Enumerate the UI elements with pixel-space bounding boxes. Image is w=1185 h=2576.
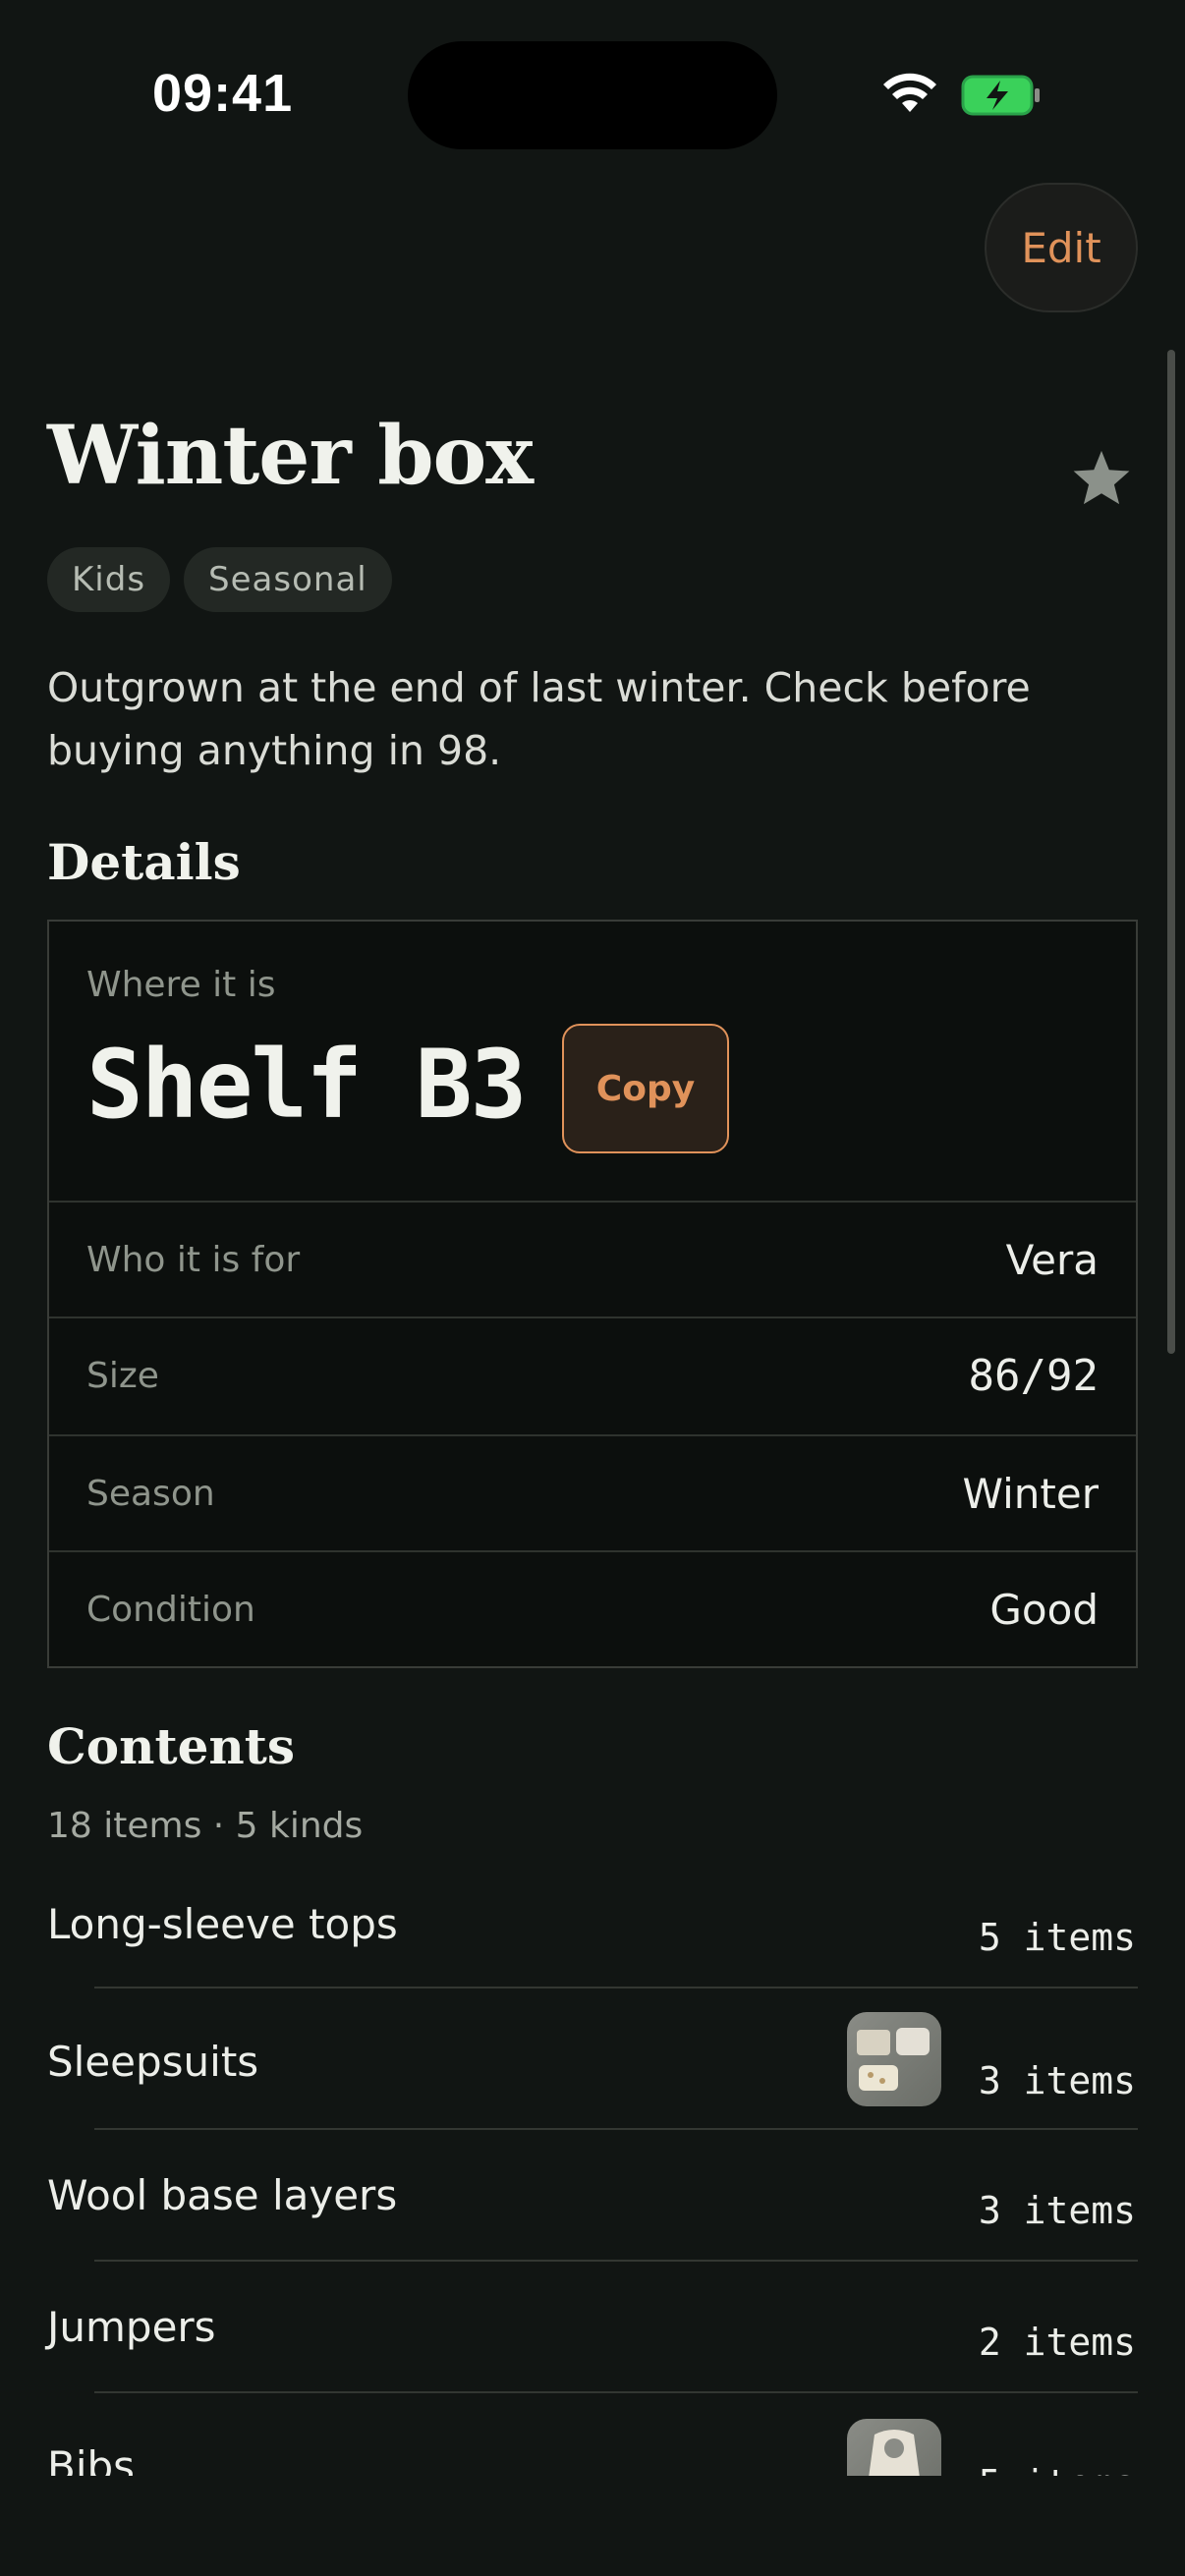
scroll-indicator[interactable] (1167, 350, 1175, 1354)
description: Outgrown at the end of last winter. Chec… (47, 664, 1031, 774)
list-item[interactable]: Sleepsuits 3 items (0, 1988, 1185, 2130)
detail-row-condition: Condition Good (49, 1550, 1136, 1666)
location-label: Where it is (86, 965, 276, 1005)
item-name: Jumpers (47, 2303, 216, 2351)
detail-value: 86/92 (968, 1350, 1099, 1401)
details-card: Where it is Shelf B3 Copy Who it is for … (47, 920, 1138, 1668)
item-count: 2 items (978, 2321, 1136, 2364)
bottom-safe-area (0, 2476, 1185, 2576)
item-name: Sleepsuits (47, 2038, 259, 2086)
tag-list: Kids Seasonal (47, 547, 392, 612)
detail-label: Who it is for (86, 1239, 301, 1280)
tag-seasonal[interactable]: Seasonal (184, 547, 392, 612)
detail-label: Season (86, 1473, 215, 1514)
detail-row-size: Size 86/92 (49, 1316, 1136, 1432)
tag-kids[interactable]: Kids (47, 547, 171, 612)
detail-value: Winter (962, 1469, 1099, 1518)
contents-heading: Contents (47, 1717, 296, 1775)
list-item[interactable]: Jumpers 2 items (0, 2262, 1185, 2393)
list-item[interactable]: Long-sleeve tops 5 items (0, 1867, 1185, 1988)
wifi-icon (883, 73, 936, 112)
item-count: 3 items (978, 2059, 1136, 2102)
item-count: 3 items (978, 2189, 1136, 2232)
screen: 09:41 Edit Winter box Kids Seasonal Outg… (0, 0, 1185, 2576)
detail-label: Condition (86, 1589, 255, 1630)
list-item[interactable]: Wool base layers 3 items (0, 2130, 1185, 2262)
dynamic-island (408, 41, 777, 149)
edit-button[interactable]: Edit (985, 183, 1138, 312)
detail-label: Size (86, 1355, 159, 1396)
battery-charging-icon (961, 75, 1040, 116)
contents-summary: 18 items · 5 kinds (47, 1806, 364, 1846)
status-time: 09:41 (152, 64, 294, 123)
item-name: Long-sleeve tops (47, 1900, 398, 1948)
detail-value: Vera (1005, 1235, 1099, 1284)
item-count: 5 items (978, 1916, 1136, 1959)
location-value: Shelf B3 (86, 1030, 527, 1140)
item-photo[interactable] (847, 2012, 941, 2106)
star-icon[interactable] (1071, 448, 1132, 507)
detail-row-season: Season Winter (49, 1434, 1136, 1550)
details-heading: Details (47, 833, 241, 891)
copy-button[interactable]: Copy (562, 1024, 729, 1153)
detail-row-recipient: Who it is for Vera (49, 1201, 1136, 1316)
detail-value: Good (989, 1585, 1099, 1634)
page-title: Winter box (47, 409, 534, 503)
item-name: Wool base layers (47, 2171, 398, 2219)
